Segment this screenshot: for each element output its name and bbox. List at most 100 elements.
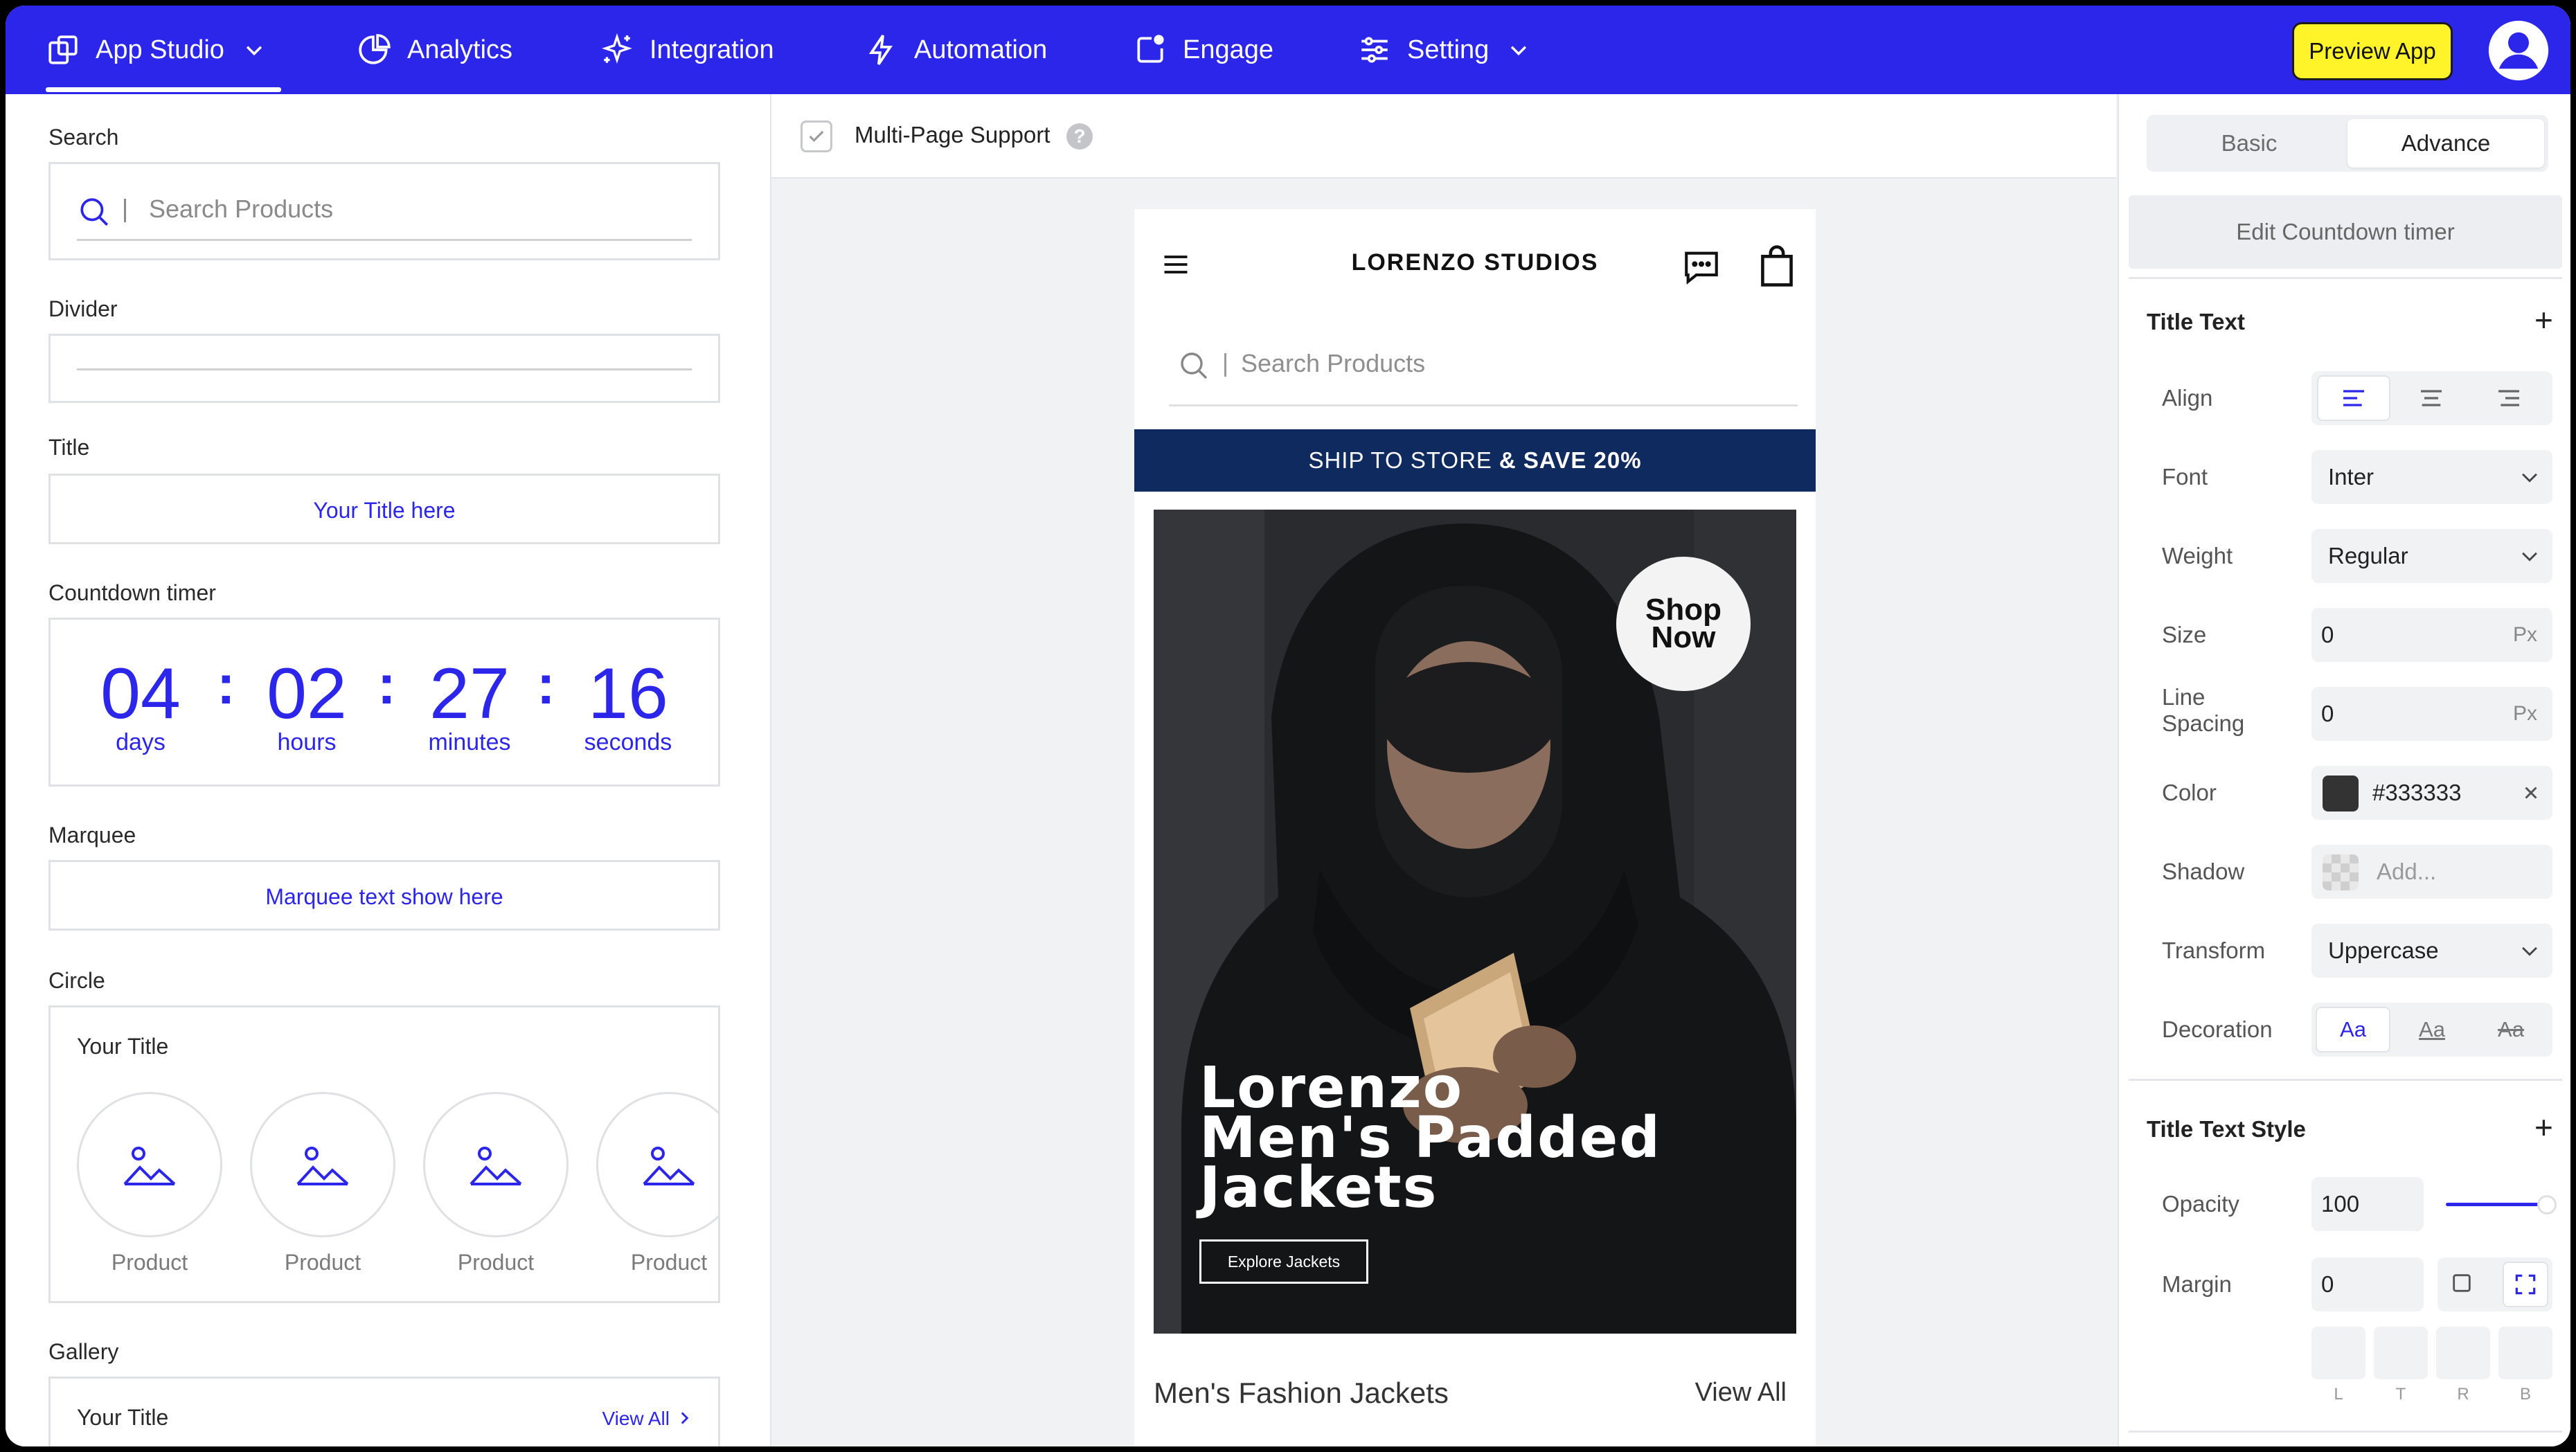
- nav-integration[interactable]: Integration: [600, 6, 774, 94]
- opacity-slider-handle[interactable]: [2537, 1195, 2557, 1215]
- search-component[interactable]: Search Products: [48, 162, 720, 260]
- nav-app-studio[interactable]: App Studio: [46, 6, 266, 94]
- decoration-underline-button[interactable]: Aa: [2395, 1007, 2469, 1052]
- transparent-swatch[interactable]: [2323, 854, 2359, 890]
- shopping-bag-icon[interactable]: [1757, 244, 1796, 288]
- search-underline: [77, 239, 692, 241]
- countdown-unit-seconds: seconds: [584, 729, 672, 755]
- decoration-selector: Aa Aa Aa: [2311, 1003, 2552, 1057]
- margin-bottom-input[interactable]: [2498, 1327, 2552, 1379]
- close-icon[interactable]: [2521, 782, 2541, 803]
- explore-jackets-button[interactable]: Explore Jackets: [1199, 1239, 1368, 1284]
- countdown-unit-days: days: [116, 729, 166, 755]
- countdown-separator: :: [217, 654, 235, 715]
- circle-item: [596, 1092, 718, 1237]
- marquee-component[interactable]: Marquee text show here: [48, 860, 720, 931]
- nav-label: Setting: [1407, 35, 1490, 64]
- text-cursor: [124, 199, 126, 222]
- image-placeholder-icon: [643, 1147, 695, 1185]
- opacity-label: Opacity: [2162, 1191, 2239, 1217]
- add-icon[interactable]: +: [2534, 304, 2553, 336]
- title-component[interactable]: Your Title here: [48, 474, 720, 544]
- promo-banner[interactable]: SHIP TO STORE & SAVE 20%: [1134, 429, 1816, 492]
- line-spacing-input[interactable]: 0 Px: [2311, 687, 2552, 741]
- font-select[interactable]: Inter: [2311, 450, 2552, 504]
- weight-label: Weight: [2162, 543, 2233, 568]
- text-cursor: [1224, 353, 1226, 377]
- nav-engage[interactable]: Engage: [1133, 6, 1273, 94]
- chevron-down-icon[interactable]: [242, 38, 266, 62]
- sparkle-icon: [602, 33, 632, 64]
- countdown-component[interactable]: 04 : 02 : 27 : 16 days hours minutes sec…: [48, 618, 720, 787]
- opacity-value: 100: [2321, 1191, 2360, 1217]
- title-text-style-heading: Title Text Style: [2147, 1116, 2306, 1142]
- store-search-input[interactable]: Search Products: [1241, 349, 1425, 378]
- multi-page-checkbox[interactable]: [800, 120, 832, 152]
- size-input[interactable]: 0 Px: [2311, 608, 2552, 662]
- opacity-slider-track[interactable]: [2446, 1203, 2541, 1206]
- add-icon[interactable]: +: [2534, 1111, 2553, 1143]
- align-right-button[interactable]: [2472, 375, 2546, 421]
- size-label: Size: [2162, 622, 2207, 647]
- shop-now-badge[interactable]: Shop Now: [1616, 557, 1751, 691]
- edit-countdown-timer-button[interactable]: Edit Countdown timer: [2129, 195, 2562, 269]
- margin-top-input[interactable]: [2374, 1327, 2428, 1379]
- help-icon[interactable]: ?: [1066, 123, 1093, 150]
- user-avatar-icon[interactable]: [2487, 19, 2550, 82]
- align-left-button[interactable]: [2317, 375, 2390, 421]
- divider-component[interactable]: [48, 334, 720, 403]
- decoration-strikethrough-button[interactable]: Aa: [2474, 1007, 2548, 1052]
- decoration-none-button[interactable]: Aa: [2316, 1007, 2390, 1052]
- margin-side-label: R: [2457, 1385, 2469, 1404]
- size-unit: Px: [2512, 623, 2537, 646]
- circle-component[interactable]: Your Title Product Product Product Produ…: [48, 1005, 720, 1303]
- color-swatch[interactable]: [2323, 776, 2359, 812]
- section-label-divider: Divider: [48, 296, 118, 321]
- hero-title: Lorenzo Men's Padded Jackets: [1199, 1060, 1767, 1217]
- nav-setting[interactable]: Setting: [1357, 6, 1530, 94]
- margin-value: 0: [2321, 1271, 2334, 1297]
- divider: [2129, 277, 2562, 279]
- section-label-gallery: Gallery: [48, 1339, 119, 1364]
- margin-right-input[interactable]: [2436, 1327, 2490, 1379]
- font-label: Font: [2162, 464, 2208, 490]
- align-label: Align: [2162, 385, 2213, 411]
- pie-chart-icon: [359, 34, 391, 64]
- product-section-view-all[interactable]: View All: [1695, 1378, 1787, 1408]
- circle-title: Your Title: [77, 1034, 169, 1059]
- chevron-down-icon[interactable]: [1507, 38, 1530, 62]
- chat-icon[interactable]: [1681, 247, 1721, 287]
- nav-label: Automation: [914, 35, 1048, 64]
- nav-analytics[interactable]: Analytics: [357, 6, 512, 94]
- gallery-component[interactable]: Your Title View All: [48, 1377, 720, 1446]
- tab-advance[interactable]: Advance: [2347, 119, 2544, 168]
- color-value: #333333: [2372, 780, 2462, 805]
- marquee-text: Marquee text show here: [265, 884, 503, 909]
- opacity-input[interactable]: 100: [2311, 1177, 2424, 1231]
- margin-left-input[interactable]: [2311, 1327, 2365, 1379]
- image-placeholder-icon: [123, 1147, 176, 1185]
- tab-basic[interactable]: Basic: [2151, 119, 2347, 168]
- app-window: App Studio Analytics Integration Automat…: [6, 6, 2570, 1446]
- margin-individual-button[interactable]: [2503, 1262, 2548, 1307]
- countdown-unit-hours: hours: [277, 729, 337, 755]
- margin-uniform-button[interactable]: [2449, 1270, 2475, 1296]
- align-center-button[interactable]: [2395, 375, 2468, 421]
- product-section-title: Men's Fashion Jackets: [1154, 1377, 1449, 1409]
- nav-automation[interactable]: Automation: [864, 6, 1047, 94]
- app-studio-icon: [48, 35, 78, 64]
- weight-select[interactable]: Regular: [2311, 529, 2552, 583]
- transform-select[interactable]: Uppercase: [2311, 924, 2552, 978]
- preview-app-button[interactable]: Preview App: [2292, 22, 2453, 80]
- nav-label: Engage: [1183, 35, 1274, 64]
- hero-banner[interactable]: Shop Now Lorenzo Men's Padded Jackets Ex…: [1154, 510, 1796, 1334]
- circle-item: [250, 1092, 395, 1237]
- chevron-down-icon: [2522, 552, 2537, 562]
- component-panel: Search Search Products Divider Title You…: [6, 94, 771, 1446]
- gallery-view-all-link[interactable]: View All: [602, 1408, 670, 1430]
- color-input[interactable]: #333333: [2311, 766, 2552, 820]
- margin-input[interactable]: 0: [2311, 1257, 2424, 1311]
- divider: [2129, 1079, 2562, 1081]
- section-label-circle: Circle: [48, 968, 105, 993]
- shadow-input[interactable]: Add...: [2311, 845, 2552, 899]
